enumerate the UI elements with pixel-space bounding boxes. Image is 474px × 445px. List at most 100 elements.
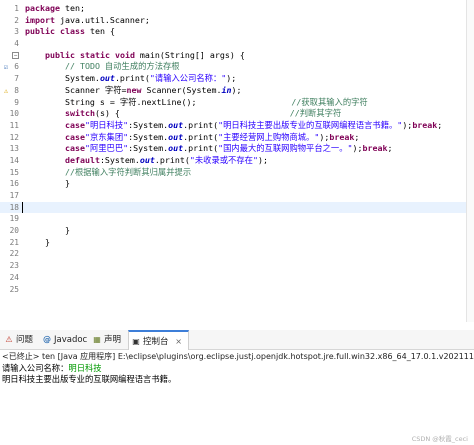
- code-line[interactable]: 5− public static void main(String[] args…: [0, 50, 474, 62]
- overview-ruler[interactable]: [466, 0, 474, 322]
- code-token: "国内最大的互联网购物平台之一。": [218, 143, 353, 154]
- code-token: out: [168, 143, 184, 154]
- code-line[interactable]: 15 //根据输入字符判断其归属并提示: [0, 167, 474, 179]
- warning-marker-icon[interactable]: ⚠: [2, 87, 10, 95]
- line-number: 22: [9, 249, 19, 259]
- console-output[interactable]: 请输入公司名称：明日科技 明日科技主要出版专业的互联网编程语言书籍。: [2, 363, 470, 385]
- code-line[interactable]: 13 case"阿里巴巴":System.out.print("国内最大的互联网…: [0, 143, 474, 155]
- code-line[interactable]: 1 package ten;: [0, 3, 474, 15]
- code-line[interactable]: 19: [0, 213, 474, 225]
- line-number: 9: [14, 97, 19, 107]
- code-text: case"阿里巴巴":System.out.print("国内最大的互联网购物平…: [25, 143, 393, 155]
- code-line[interactable]: 22: [0, 248, 474, 260]
- code-line[interactable]: 9 String s = 字符.nextLine(); //获取其输入的字符: [0, 97, 474, 109]
- line-number: 19: [9, 214, 19, 224]
- code-token: );: [231, 84, 242, 95]
- code-line[interactable]: 10 switch(s) { //判断其字符: [0, 108, 474, 120]
- problems-icon: ⚠: [5, 335, 13, 344]
- code-line[interactable]: 16 }: [0, 178, 474, 190]
- code-line[interactable]: 11 case"明日科技":System.out.print("明日科技主要出版…: [0, 120, 474, 132]
- tab-console-label: 控制台: [143, 337, 169, 347]
- code-token: // TODO 自动生成的方法存根: [64, 61, 180, 72]
- tab-problems-label: 问题: [16, 335, 34, 345]
- code-line[interactable]: 14 default:System.out.print("未收录或不存在");: [0, 155, 474, 167]
- code-token: .print(: [183, 131, 219, 142]
- code-editor[interactable]: 1 package ten; 2 import java.util.Scanner; 3…: [0, 0, 474, 322]
- code-line[interactable]: 21 }: [0, 237, 474, 249]
- tab-declaration[interactable]: ▦ 声明: [90, 330, 121, 350]
- tab-declaration-label: 声明: [104, 335, 122, 345]
- tab-problems[interactable]: ⚠ 问题: [2, 330, 33, 350]
- task-marker-icon[interactable]: ☑: [2, 63, 10, 71]
- line-number: 24: [9, 272, 19, 282]
- line-number: 7: [14, 74, 19, 84]
- code-line[interactable]: 8 ⚠ Scanner 字符=new Scanner(System.in);: [0, 85, 474, 97]
- code-token: Scanner 字符=: [25, 84, 127, 95]
- code-line[interactable]: 23: [0, 260, 474, 272]
- code-line[interactable]: 7 System.out.print("请输入公司名称：");: [0, 73, 474, 85]
- code-token: package: [25, 3, 60, 13]
- code-text: }: [25, 225, 70, 237]
- code-token: break: [329, 131, 355, 142]
- code-token: import: [25, 14, 55, 25]
- code-token: Scanner(System.: [141, 84, 222, 95]
- code-line[interactable]: 20 }: [0, 225, 474, 237]
- code-token: //判断其字符: [289, 108, 342, 119]
- code-text: import java.util.Scanner;: [25, 15, 150, 27]
- code-token: ten;: [59, 3, 85, 13]
- code-token: .print(: [114, 73, 150, 84]
- code-token: ;: [354, 131, 360, 142]
- line-number: 17: [9, 191, 19, 200]
- code-line[interactable]: 24: [0, 272, 474, 284]
- code-token: case: [64, 119, 85, 130]
- code-text: }: [25, 237, 50, 249]
- code-token: .print(: [183, 119, 219, 130]
- tab-javadoc[interactable]: @ Javadoc: [40, 330, 87, 350]
- code-line[interactable]: 18: [0, 201, 474, 214]
- code-text: //根据输入字符判断其归属并提示: [25, 167, 191, 179]
- text-cursor: [22, 201, 23, 213]
- line-number: 14: [9, 155, 19, 165]
- code-text: String s = 字符.nextLine(); //获取其输入的字符: [25, 97, 368, 109]
- tab-console[interactable]: ▣ 控制台 ×: [128, 330, 189, 350]
- code-token: case: [64, 131, 85, 142]
- code-text: public class ten {: [25, 26, 115, 38]
- code-token: main(String[] args) {: [134, 49, 245, 60]
- code-lines[interactable]: 1 package ten; 2 import java.util.Scanner; 3…: [0, 3, 474, 295]
- code-token: in: [221, 84, 232, 95]
- code-line[interactable]: 4: [0, 38, 474, 50]
- code-text: // TODO 自动生成的方法存根: [25, 61, 180, 73]
- code-token: .print(: [183, 143, 219, 154]
- code-token: new: [126, 84, 142, 95]
- fold-toggle-icon[interactable]: −: [12, 51, 19, 59]
- close-icon[interactable]: ×: [175, 337, 182, 346]
- code-token: out: [139, 154, 155, 165]
- declaration-icon: ▦: [93, 335, 101, 344]
- code-line[interactable]: 25: [0, 284, 474, 296]
- code-token: break: [362, 143, 388, 154]
- code-text: System.out.print("请输入公司名称：");: [25, 73, 236, 85]
- line-number: 12: [9, 132, 19, 142]
- line-number: 20: [9, 226, 19, 236]
- code-token: "请输入公司名称：": [149, 73, 227, 84]
- tab-javadoc-label: Javadoc: [54, 335, 88, 345]
- line-number: 13: [9, 144, 19, 154]
- code-line[interactable]: 12 case"京东集团":System.out.print("主要经营网上购物…: [0, 132, 474, 144]
- javadoc-icon: @: [43, 335, 51, 344]
- code-line[interactable]: 17: [0, 190, 474, 202]
- view-tab-bar: ⚠ 问题 @ Javadoc ▦ 声明 ▣ 控制台 ×: [0, 330, 474, 350]
- code-text: package ten;: [25, 3, 85, 15]
- code-line[interactable]: 3 public class ten {: [0, 26, 474, 38]
- code-token: "明日科技主要出版专业的互联网编程语言书籍。": [218, 119, 403, 130]
- code-text: case"京东集团":System.out.print("主要经营网上购物商城。…: [25, 132, 359, 144]
- code-line[interactable]: 2 import java.util.Scanner;: [0, 15, 474, 27]
- console-line: 请输入公司名称：明日科技: [2, 363, 470, 374]
- code-token: );: [257, 154, 268, 165]
- code-text: switch(s) { //判断其字符: [25, 108, 341, 120]
- line-number: 25: [9, 284, 19, 294]
- code-line[interactable]: 6 ☑ // TODO 自动生成的方法存根: [0, 61, 474, 73]
